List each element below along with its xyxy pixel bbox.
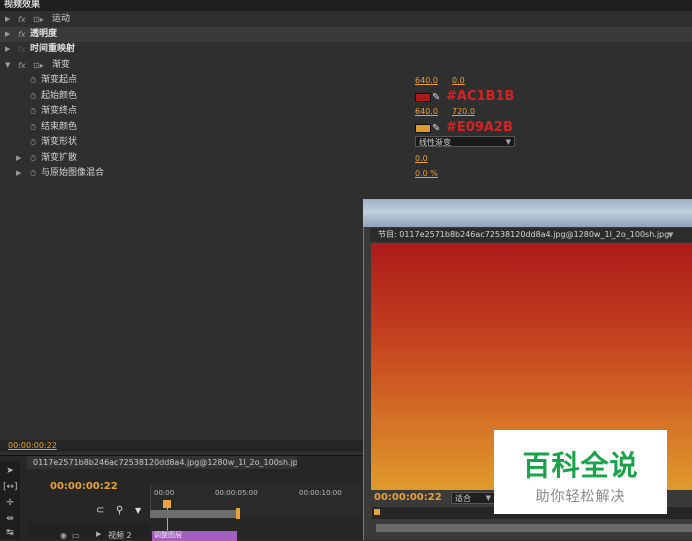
timeline-current-time[interactable]: 00:00:00:22 xyxy=(50,481,118,492)
fx-icon[interactable]: fx xyxy=(18,12,26,27)
start-color-hex: #AC1B1B xyxy=(446,89,515,104)
param-label: 渐变终点 xyxy=(41,106,78,116)
param-value-x[interactable]: 640.0 xyxy=(415,73,438,88)
color-swatch-start[interactable] xyxy=(415,93,431,102)
expand-triangle-icon[interactable]: ▶ xyxy=(96,530,101,538)
param-blend-original: ▶ ⏱ 与原始图像混合 0.0 % xyxy=(0,166,692,181)
stopwatch-icon[interactable]: ⏱ xyxy=(30,104,36,119)
stopwatch-icon[interactable]: ⏱ xyxy=(30,89,36,104)
param-end-color: ⏱ 结束颜色 ✎ #E09A2B xyxy=(0,120,692,135)
param-value[interactable]: 0.0 xyxy=(415,151,428,166)
expand-triangle-icon[interactable]: ▶ xyxy=(16,166,21,181)
marker-icon[interactable]: ⚲ xyxy=(116,505,123,516)
playhead[interactable] xyxy=(163,500,171,508)
select-value: 线性渐变 xyxy=(419,138,451,147)
expand-triangle-icon[interactable]: ▶ xyxy=(5,42,10,57)
program-monitor-title: 节目: 0117e2571b8b246ac72538120dd8a4.jpg@1… xyxy=(378,230,670,239)
transform-icon: ⊡▸ xyxy=(33,15,44,24)
work-area-bar[interactable] xyxy=(150,510,238,518)
ruler-label: 00:00:05:00 xyxy=(215,489,258,497)
selection-tool-icon[interactable]: ➤ xyxy=(3,466,17,477)
param-label: 渐变起点 xyxy=(41,75,78,85)
eyedropper-icon[interactable]: ✎ xyxy=(432,121,440,136)
watermark-subtitle: 助你轻松解决 xyxy=(535,489,626,505)
color-swatch-end[interactable] xyxy=(415,124,431,133)
add-marker-icon[interactable]: ▼ xyxy=(135,506,141,515)
effect-label: 渐变 xyxy=(52,60,71,70)
eyedropper-icon[interactable]: ✎ xyxy=(432,90,440,105)
effect-label: 透明度 xyxy=(30,29,58,39)
param-start-color: ⏱ 起始颜色 ✎ #AC1B1B xyxy=(0,89,692,104)
track-header: ◉ ▭ ▶ 视频 2 xyxy=(28,522,150,540)
param-ramp-scatter: ▶ ⏱ 渐变扩散 0.0 xyxy=(0,151,692,166)
effect-label: 时间重映射 xyxy=(30,44,76,54)
expand-triangle-icon[interactable]: ▶ xyxy=(5,12,10,27)
track-name: 视频 2 xyxy=(108,531,132,540)
expand-triangle-icon[interactable]: ▶ xyxy=(5,27,10,42)
param-value-y[interactable]: 0.0 xyxy=(452,73,465,88)
param-label: 渐变形状 xyxy=(41,137,78,147)
effect-row-ramp[interactable]: ▼ fx ⊡▸ 渐变 xyxy=(0,58,692,73)
ramp-shape-select[interactable]: 线性渐变 ▼ xyxy=(415,136,515,147)
window-title-bar[interactable] xyxy=(363,199,692,227)
panel-title: 视频效果 xyxy=(0,0,692,11)
param-ramp-shape: ⏱ 渐变形状 线性渐变 ▼ xyxy=(0,135,692,150)
program-playhead[interactable] xyxy=(374,509,380,515)
stopwatch-icon[interactable]: ⏱ xyxy=(30,120,36,135)
param-ramp-end: ⏱ 渐变终点 640.0 720.0 xyxy=(0,104,692,119)
collapse-triangle-icon[interactable]: ▼ xyxy=(5,58,10,73)
dropdown-icon[interactable]: ▼ xyxy=(668,228,673,242)
fx-icon[interactable]: fx xyxy=(18,58,26,73)
rate-stretch-tool-icon[interactable]: ↹ xyxy=(3,528,17,539)
param-label: 结束颜色 xyxy=(41,122,78,132)
transform-icon: ⊡▸ xyxy=(33,61,44,70)
effect-row-motion[interactable]: ▶ fx ⊡▸ 运动 xyxy=(0,12,692,27)
track-select-tool-icon[interactable]: [↔] xyxy=(3,482,18,493)
stopwatch-icon[interactable]: ⏱ xyxy=(30,73,36,88)
param-value-x[interactable]: 640.0 xyxy=(415,104,438,119)
param-label: 渐变扩散 xyxy=(41,153,78,163)
param-label: 起始颜色 xyxy=(41,91,78,101)
effect-label: 运动 xyxy=(52,14,71,24)
work-area-end-handle[interactable] xyxy=(236,508,240,519)
ruler-label: 00:00:10:00 xyxy=(299,489,342,497)
zoom-value: 适合 xyxy=(455,494,471,503)
chevron-down-icon: ▼ xyxy=(505,138,511,146)
end-color-hex: #E09A2B xyxy=(446,120,513,135)
watermark-title: 百科全说 xyxy=(522,449,639,482)
stopwatch-icon[interactable]: ⏱ xyxy=(30,166,36,181)
fx-icon[interactable]: fx xyxy=(18,27,26,42)
chevron-down-icon: ▼ xyxy=(485,494,491,502)
ruler-label: 00:00 xyxy=(154,489,175,497)
program-scroll-bar[interactable] xyxy=(376,524,692,532)
effects-time-readout: 00:00:00:22 xyxy=(0,440,365,452)
program-monitor-tab[interactable]: 节目: 0117e2571b8b246ac72538120dd8a4.jpg@1… xyxy=(370,228,692,242)
current-time[interactable]: 00:00:00:22 xyxy=(8,441,57,450)
program-current-time[interactable]: 00:00:00:22 xyxy=(374,492,442,503)
stopwatch-icon[interactable]: ⏱ xyxy=(30,151,36,166)
ripple-edit-tool-icon[interactable]: ✛ xyxy=(3,498,17,509)
param-label: 与原始图像混合 xyxy=(41,168,105,178)
effect-row-time-remap[interactable]: ▶ fx 时间重映射 xyxy=(0,42,692,57)
param-value[interactable]: 0.0 % xyxy=(415,166,438,181)
zoom-fit-select[interactable]: 适合 ▼ xyxy=(451,492,495,504)
expand-triangle-icon[interactable]: ▶ xyxy=(16,151,21,166)
fx-icon: fx xyxy=(18,45,26,54)
rolling-edit-tool-icon[interactable]: ⇹ xyxy=(3,514,17,525)
param-ramp-start: ⏱ 渐变起点 640.0 0.0 xyxy=(0,73,692,88)
param-value-y[interactable]: 720.0 xyxy=(452,104,475,119)
snap-icon[interactable]: ⊂ xyxy=(96,505,104,516)
tools-panel: ➤ [↔] ✛ ⇹ ↹ xyxy=(0,462,20,539)
adjustment-layer-clip[interactable]: 调整图层 xyxy=(152,531,237,541)
timeline-tab[interactable]: 0117e2571b8b246ac72538120dd8a4.jpg@1280w… xyxy=(27,456,297,469)
stopwatch-icon[interactable]: ⏱ xyxy=(30,135,36,150)
effect-row-opacity[interactable]: ▶ fx 透明度 xyxy=(0,27,692,42)
